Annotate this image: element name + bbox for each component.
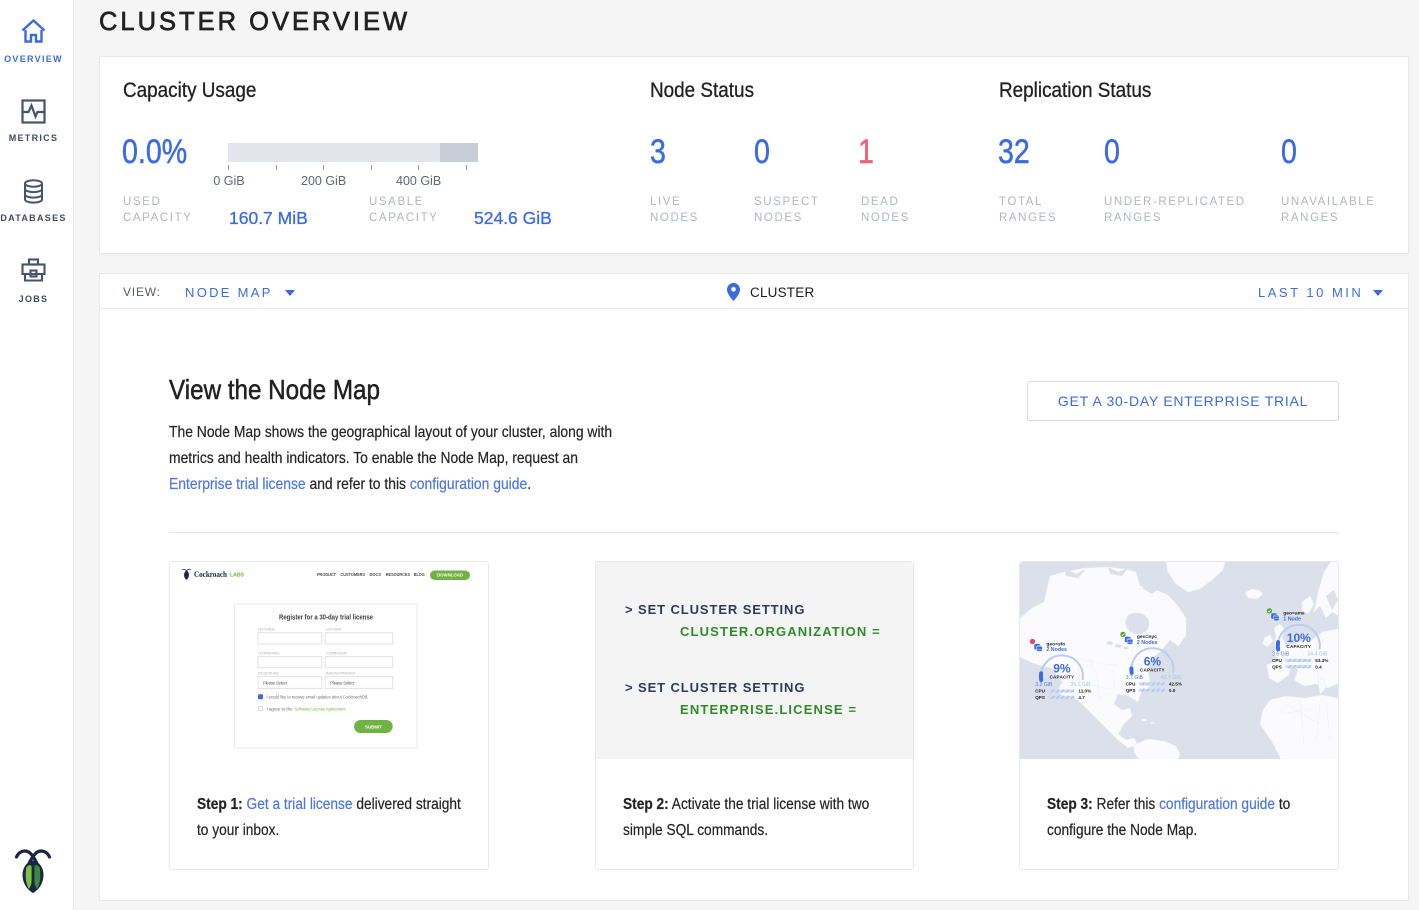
svg-text:PROJECT PHASE: PROJECT PHASE bbox=[258, 671, 279, 675]
svg-text:CUSTOMERS: CUSTOMERS bbox=[341, 572, 366, 577]
svg-text:Software License Agreement.: Software License Agreement. bbox=[295, 707, 347, 712]
svg-text:2 Nodes: 2 Nodes bbox=[1046, 647, 1067, 653]
svg-text:DOCS: DOCS bbox=[370, 572, 382, 577]
svg-text:I agree to the: I agree to the bbox=[267, 707, 294, 712]
svg-text:2 Nodes: 2 Nodes bbox=[1137, 640, 1158, 646]
svg-text:CAPACITY: CAPACITY bbox=[1286, 644, 1311, 649]
svg-text:34.4 GiB: 34.4 GiB bbox=[1307, 651, 1328, 657]
svg-text:SUBMIT: SUBMIT bbox=[365, 724, 382, 729]
svg-text:3.6 GiB: 3.6 GiB bbox=[1272, 651, 1290, 657]
svg-text:BLOG: BLOG bbox=[414, 572, 426, 577]
svg-text:Please Select: Please Select bbox=[263, 680, 288, 685]
svg-text:6%: 6% bbox=[1144, 655, 1162, 669]
svg-text:0.4: 0.4 bbox=[1315, 664, 1322, 669]
svg-text:QPS: QPS bbox=[1035, 695, 1045, 700]
svg-text:4.7: 4.7 bbox=[1078, 695, 1085, 700]
svg-text:LABS: LABS bbox=[230, 573, 244, 579]
svg-text:10%: 10% bbox=[1287, 631, 1311, 645]
svg-text:Register for a 30-day trial li: Register for a 30-day trial license bbox=[279, 613, 373, 622]
svg-text:COMPANY EMAIL: COMPANY EMAIL bbox=[326, 652, 348, 656]
svg-text:LAST NAME: LAST NAME bbox=[326, 628, 342, 632]
svg-text:Cockroach: Cockroach bbox=[194, 570, 227, 579]
svg-text:0.0: 0.0 bbox=[1169, 688, 1176, 693]
svg-text:COMPANY NAME: COMPANY NAME bbox=[258, 652, 280, 656]
svg-text:I would like to receive email: I would like to receive email updates ab… bbox=[267, 695, 369, 700]
svg-text:3.2 GiB: 3.2 GiB bbox=[1035, 682, 1053, 688]
svg-text:9%: 9% bbox=[1053, 662, 1071, 676]
svg-text:CPU: CPU bbox=[1126, 682, 1136, 687]
svg-text:53.3%: 53.3% bbox=[1315, 658, 1328, 663]
svg-text:FIRST NAME: FIRST NAME bbox=[258, 628, 275, 632]
svg-text:Please Select: Please Select bbox=[330, 680, 355, 685]
svg-text:CAPACITY: CAPACITY bbox=[1140, 668, 1165, 673]
svg-text:43.7 GiB: 43.7 GiB bbox=[1161, 675, 1182, 681]
svg-text:CPU: CPU bbox=[1035, 689, 1045, 694]
svg-text:3.7 GiB: 3.7 GiB bbox=[1126, 675, 1144, 681]
svg-text:PRODUCT: PRODUCT bbox=[317, 572, 336, 577]
svg-text:QPS: QPS bbox=[1272, 664, 1282, 669]
svg-text:DOWNLOAD: DOWNLOAD bbox=[437, 573, 463, 578]
svg-text:1 Node: 1 Node bbox=[1283, 617, 1301, 623]
svg-text:REASON FOR INTEREST: REASON FOR INTEREST bbox=[326, 671, 357, 675]
svg-text:CAPACITY: CAPACITY bbox=[1050, 675, 1075, 680]
svg-text:CPU: CPU bbox=[1272, 658, 1282, 663]
svg-text:42.5%: 42.5% bbox=[1169, 682, 1182, 687]
svg-text:QPS: QPS bbox=[1126, 688, 1136, 693]
svg-text:35.1 GiB: 35.1 GiB bbox=[1070, 682, 1091, 688]
svg-text:11.0%: 11.0% bbox=[1078, 689, 1091, 694]
svg-text:RESOURCES: RESOURCES bbox=[386, 572, 410, 577]
